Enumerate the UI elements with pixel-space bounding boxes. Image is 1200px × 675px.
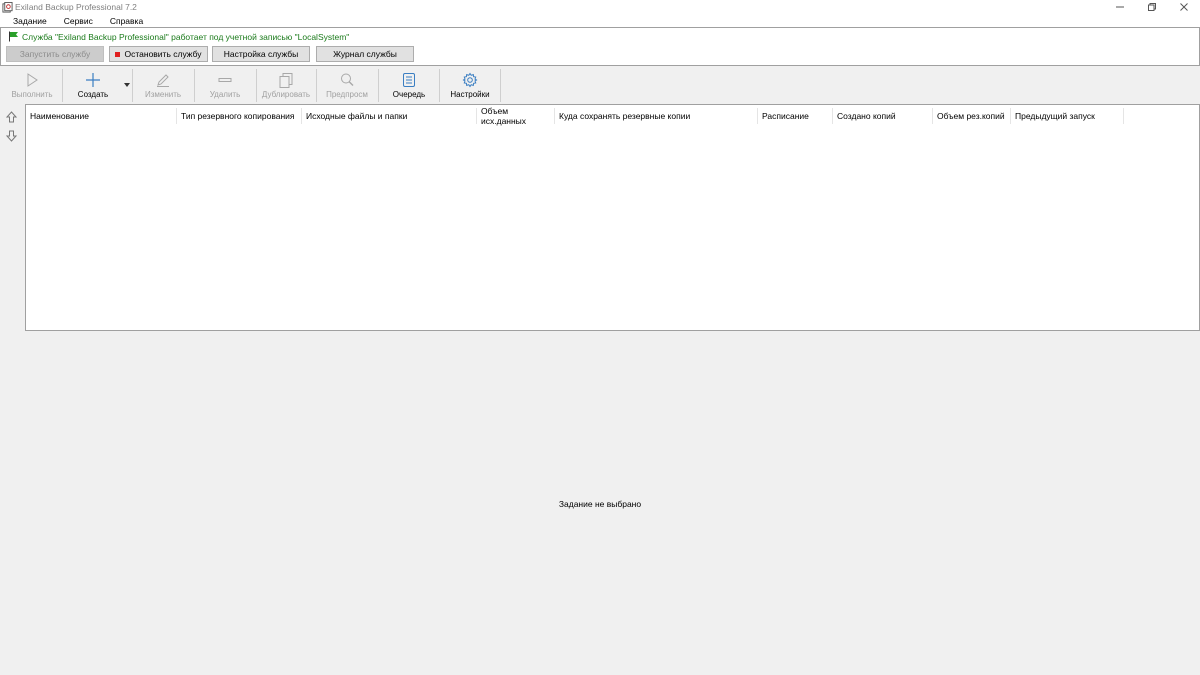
preview-label: Предпросм (326, 90, 368, 99)
column-header-name[interactable]: Наименование (26, 108, 177, 124)
duplicate-label: Дублировать (261, 90, 311, 99)
duplicate-button[interactable]: Дублировать (258, 69, 314, 102)
column-header-backup-size[interactable]: Объем рез.копий (933, 108, 1011, 124)
service-log-button[interactable]: Журнал службы (316, 46, 414, 62)
gear-icon (462, 72, 478, 88)
column-header-source-size[interactable]: Объем исх.данных (477, 106, 555, 126)
settings-label: Настройки (450, 90, 490, 99)
minimize-button[interactable] (1104, 0, 1136, 14)
service-settings-label: Настройка службы (223, 49, 299, 59)
restore-button[interactable] (1136, 0, 1168, 14)
service-settings-button[interactable]: Настройка службы (212, 46, 310, 62)
menu-help[interactable]: Справка (102, 16, 151, 26)
toolbar-separator (194, 69, 195, 102)
column-header-schedule[interactable]: Расписание (758, 108, 833, 124)
preview-button[interactable]: Предпросм (318, 69, 376, 102)
green-flag-icon (9, 31, 18, 42)
arrow-up-icon[interactable] (6, 111, 17, 123)
delete-button[interactable]: Удалить (196, 69, 254, 102)
menu-task[interactable]: Задание (5, 16, 55, 26)
window-controls (1104, 0, 1200, 14)
menu-bar: Задание Сервис Справка (0, 14, 1200, 27)
settings-button[interactable]: Настройки (441, 69, 499, 102)
service-status: Служба "Exiland Backup Professional" раб… (8, 31, 349, 42)
no-task-selected-text: Задание не выбрано (558, 499, 642, 509)
chevron-down-icon[interactable] (124, 83, 130, 87)
edit-label: Изменить (144, 90, 182, 99)
column-header-backup-type[interactable]: Тип резервного копирования (177, 108, 302, 124)
table-header: Наименование Тип резервного копирования … (26, 106, 1199, 126)
restore-icon (1148, 3, 1156, 11)
menu-service[interactable]: Сервис (56, 16, 101, 26)
toolbar-separator (62, 69, 63, 102)
queue-button[interactable]: Очередь (380, 69, 438, 102)
close-button[interactable] (1168, 0, 1200, 14)
toolbar-separator (256, 69, 257, 102)
plus-icon (86, 73, 100, 87)
title-bar: Exiland Backup Professional 7.2 (0, 0, 1200, 14)
duplicate-icon (279, 73, 293, 88)
toolbar: Выполнить Создать Изменить Удалить Дубли… (0, 67, 1200, 103)
queue-label: Очередь (392, 90, 426, 99)
column-header-destination[interactable]: Куда сохранять резервные копии (555, 108, 758, 124)
window-title: Exiland Backup Professional 7.2 (15, 2, 137, 12)
edit-button[interactable]: Изменить (134, 69, 192, 102)
minus-icon (218, 78, 232, 82)
stop-icon (115, 51, 121, 57)
stop-service-label: Остановить службу (124, 49, 202, 59)
pencil-icon (157, 74, 169, 87)
backup-app-icon (2, 1, 13, 13)
column-header-copies-created[interactable]: Создано копий (833, 108, 933, 124)
service-status-text: Служба "Exiland Backup Professional" раб… (22, 31, 350, 42)
toolbar-separator (378, 69, 379, 102)
start-service-button[interactable]: Запустить службу (6, 46, 104, 62)
run-label: Выполнить (11, 90, 53, 99)
arrow-down-icon[interactable] (6, 130, 17, 142)
service-log-label: Журнал службы (333, 49, 397, 59)
column-header-source-files[interactable]: Исходные файлы и папки (302, 108, 477, 124)
delete-label: Удалить (209, 90, 241, 99)
create-button[interactable]: Создать (64, 69, 122, 102)
create-label: Создать (77, 90, 109, 99)
order-controls (0, 104, 25, 331)
magnifier-icon (341, 73, 354, 86)
minimize-icon (1116, 6, 1124, 8)
play-icon (27, 73, 38, 87)
stop-service-button[interactable]: Остановить службу (109, 46, 208, 62)
run-button[interactable]: Выполнить (4, 69, 60, 102)
service-panel: Служба "Exiland Backup Professional" раб… (0, 27, 1200, 66)
tasks-table[interactable]: Наименование Тип резервного копирования … (25, 104, 1200, 331)
start-service-label: Запустить службу (19, 49, 91, 59)
column-header-last-run[interactable]: Предыдущий запуск (1011, 108, 1124, 124)
toolbar-separator (439, 69, 440, 102)
toolbar-separator (132, 69, 133, 102)
task-details-panel: Задание не выбрано (0, 331, 1200, 675)
close-icon (1180, 3, 1188, 11)
toolbar-separator (316, 69, 317, 102)
toolbar-separator (500, 69, 501, 102)
queue-list-icon (403, 73, 415, 87)
